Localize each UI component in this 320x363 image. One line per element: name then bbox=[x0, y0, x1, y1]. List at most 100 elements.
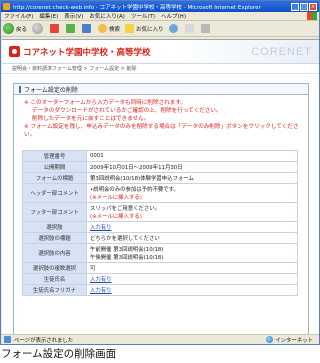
title-bar: http://corenet.check-web.info - コアネット学園中… bbox=[1, 1, 319, 12]
security-zone: インターネット bbox=[266, 336, 313, 344]
close-button[interactable]: × bbox=[309, 2, 317, 11]
history-button[interactable] bbox=[168, 24, 180, 33]
status-text: ページが表示されました bbox=[14, 337, 74, 344]
menu-bar: ファイル(F) 編集(E) 表示(V) お気に入り(A) ツール(T) ヘルプ(… bbox=[1, 12, 319, 21]
refresh-icon bbox=[66, 24, 76, 33]
table-row: フォームの標題 第3回説明会(10/18)体験学習申込フォーム bbox=[22, 172, 298, 184]
page-content: コアネット学園中学校・高等学校 CORENET 説明会・資料請求フォーム管理 >… bbox=[2, 39, 319, 335]
stop-icon bbox=[50, 24, 60, 33]
maximize-button[interactable]: □ bbox=[300, 2, 308, 11]
search-button[interactable]: 検索 bbox=[98, 24, 120, 33]
star-icon bbox=[125, 24, 135, 33]
menu-view[interactable]: 表示(V) bbox=[64, 12, 83, 20]
print-icon bbox=[200, 24, 210, 33]
row-label: フッター部コメント bbox=[22, 202, 87, 222]
home-icon bbox=[82, 24, 92, 33]
row-label: 選択肢 bbox=[22, 221, 87, 233]
ie-icon bbox=[3, 3, 10, 10]
row-value-note: (※メールに挿入する) bbox=[90, 214, 142, 220]
menu-help[interactable]: ヘルプ(H) bbox=[161, 12, 186, 20]
favorites-button[interactable]: お気に入り bbox=[125, 24, 164, 33]
status-bar: ページが表示されました インターネット bbox=[1, 334, 319, 344]
back-label: 戻る bbox=[16, 26, 28, 33]
panel-title: フォーム設定の削除 bbox=[14, 84, 308, 95]
row-label: 公開期間 bbox=[22, 161, 87, 173]
row-value: 0001 bbox=[86, 150, 298, 162]
print-button[interactable] bbox=[200, 24, 212, 33]
table-row: 選択肢の標題 どちらかを選択してください bbox=[22, 232, 298, 244]
minimize-button[interactable]: _ bbox=[291, 2, 299, 11]
figure-caption: フォーム設定の削除画面 bbox=[1, 348, 117, 360]
table-row: 選択肢 入力有り bbox=[22, 221, 298, 233]
history-icon bbox=[168, 24, 178, 33]
table-row: 生徒氏名 入力有り bbox=[22, 273, 298, 285]
globe-icon bbox=[266, 336, 274, 343]
row-value: 第3回説明会(10/18)体験学習申込フォーム bbox=[86, 172, 298, 184]
search-label: 検索 bbox=[109, 26, 121, 33]
home-button[interactable] bbox=[82, 24, 93, 33]
row-label: 選択肢の複数選択 bbox=[22, 262, 87, 274]
row-value-line: 午後開催 第3回説明会(10/18) bbox=[90, 255, 164, 261]
row-label: ヘッダー部コメント bbox=[22, 183, 87, 203]
form-info-table: 管理番号 0001 公開期間 2009年10月01日～2009年11月30日 フォー… bbox=[22, 150, 298, 296]
window-title: http://corenet.check-web.info - コアネット学園中… bbox=[13, 4, 261, 11]
refresh-button[interactable] bbox=[66, 24, 77, 33]
row-label: 生徒氏名 bbox=[22, 273, 87, 285]
menu-edit[interactable]: 編集(E) bbox=[39, 12, 58, 20]
row-value-note: (※メールに挿入する) bbox=[90, 195, 142, 201]
stop-button[interactable] bbox=[50, 24, 61, 33]
warning-line: 削除したデータを元に戻すことはできません。 bbox=[32, 116, 150, 122]
row-value-line: スリッパをご用意ください。 bbox=[90, 206, 161, 212]
row-label: 管理番号 bbox=[22, 150, 87, 162]
site-header: コアネット学園中学校・高等学校 CORENET bbox=[2, 40, 319, 64]
row-value: 可 bbox=[86, 262, 298, 274]
table-row: 管理番号 0001 bbox=[22, 150, 298, 162]
back-button[interactable]: 戻る bbox=[3, 23, 27, 34]
row-value-link[interactable]: 入力有り bbox=[90, 277, 112, 283]
table-row: 公開期間 2009年10月01日～2009年11月30日 bbox=[22, 161, 298, 173]
zone-label: インターネット bbox=[275, 337, 313, 344]
row-label: 選択肢の内容 bbox=[22, 243, 87, 263]
row-value: 2009年10月01日～2009年11月30日 bbox=[86, 161, 298, 173]
row-value-link[interactable]: 入力有り bbox=[90, 288, 112, 294]
mail-icon bbox=[184, 24, 194, 33]
menu-file[interactable]: ファイル(F) bbox=[4, 12, 33, 20]
table-row: ヘッダー部コメント •説明会のみの参加は予約不要です。 (※メールに挿入する) bbox=[22, 183, 298, 203]
browser-window: http://corenet.check-web.info - コアネット学園中… bbox=[0, 0, 320, 345]
back-arrow-icon bbox=[3, 23, 14, 34]
row-label: 選択肢の標題 bbox=[22, 232, 87, 244]
favorites-label: お気に入り bbox=[136, 26, 164, 33]
row-value: 午前開催 第3回説明会(10/18) 午後開催 第3回説明会(10/18) bbox=[86, 243, 298, 263]
site-name: コアネット学園中学校・高等学校 bbox=[23, 47, 151, 58]
brand-logo: CORENET bbox=[251, 45, 312, 58]
row-value: どちらかを選択してください bbox=[86, 232, 298, 244]
row-value: 入力有り bbox=[86, 221, 298, 233]
forward-arrow-icon bbox=[32, 23, 44, 34]
row-value: 入力有り bbox=[86, 284, 298, 296]
table-row: フッター部コメント スリッパをご用意ください。 (※メールに挿入する) bbox=[22, 202, 298, 222]
search-icon bbox=[98, 24, 108, 33]
row-value-line: 午前開催 第3回説明会(10/18) bbox=[90, 247, 164, 253]
warning-line: ※ このオーダーフォームから入力データも同時に削除されます。 bbox=[24, 100, 187, 106]
school-logo-icon bbox=[9, 46, 20, 57]
row-label: 生徒氏名フリガナ bbox=[22, 284, 87, 296]
row-value-line: •説明会のみの参加は予約不要です。 bbox=[90, 187, 179, 193]
row-label: フォームの標題 bbox=[22, 172, 87, 184]
table-row: 選択肢の内容 午前開催 第3回説明会(10/18) 午後開催 第3回説明会(10/1… bbox=[22, 243, 298, 263]
page-icon bbox=[4, 336, 11, 343]
table-row: 生徒氏名フリガナ 入力有り bbox=[22, 284, 298, 296]
windows-logo-icon bbox=[307, 12, 317, 20]
toolbar: 戻る 検索 お気に入り bbox=[1, 21, 319, 37]
row-value-link[interactable]: 入力有り bbox=[90, 225, 112, 231]
row-value: 入力有り bbox=[86, 273, 298, 285]
forward-button[interactable] bbox=[32, 23, 45, 34]
warning-line: データのダウンロードがされているかご確認の上、削除を行ってください。 bbox=[32, 108, 222, 114]
mail-button[interactable] bbox=[184, 24, 196, 33]
warning-line: ※ フォーム設定を残し、申込みデータのみを削除する場合は「データのみ削除」ボタン… bbox=[24, 124, 299, 138]
row-value: スリッパをご用意ください。 (※メールに挿入する) bbox=[86, 202, 298, 222]
warning-block: ※ このオーダーフォームから入力データも同時に削除されます。 データのダウンロー… bbox=[14, 95, 308, 143]
menu-tools[interactable]: ツール(T) bbox=[131, 12, 155, 20]
table-row: 選択肢の複数選択可 bbox=[22, 262, 298, 274]
menu-favorites[interactable]: お気に入り(A) bbox=[89, 12, 125, 20]
breadcrumb: 説明会・資料請求フォーム管理 > フォーム設定 > 削除 bbox=[2, 64, 319, 74]
